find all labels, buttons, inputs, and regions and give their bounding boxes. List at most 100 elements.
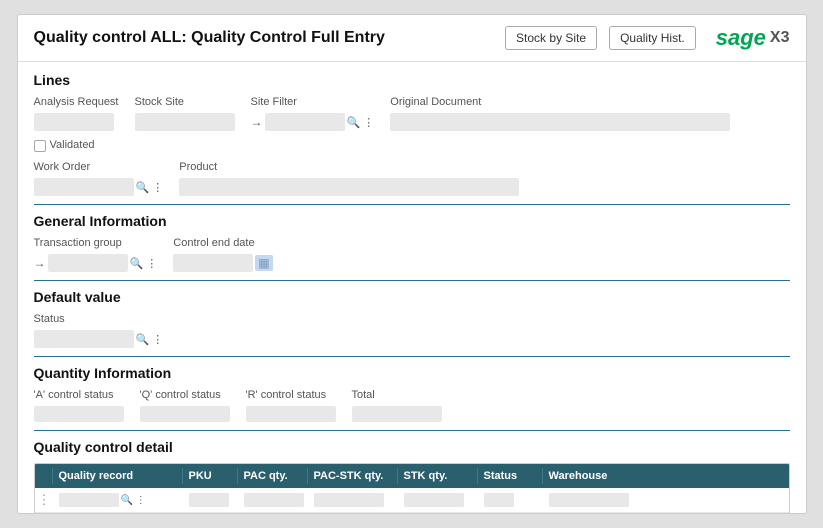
header: Quality control ALL: Quality Control Ful… [18, 15, 806, 62]
validated-label: Validated [50, 139, 95, 151]
stock-by-site-button[interactable]: Stock by Site [505, 26, 597, 50]
quality-detail-section-title: Quality control detail [34, 439, 790, 455]
q-control-label: 'Q' control status [140, 389, 230, 401]
status-label: Status [34, 313, 790, 325]
product-group: Product [179, 161, 519, 196]
page-title: Quality control ALL: Quality Control Ful… [34, 29, 494, 47]
status-input-row: 🔍 ⋮ [34, 330, 790, 348]
total-bar [352, 406, 442, 422]
table-row: ⋮ 🔍 ⋮ [35, 488, 789, 513]
row-1-pacstk-input[interactable] [314, 493, 384, 507]
site-filter-label: Site Filter [251, 96, 375, 108]
row-1-pac-input[interactable] [244, 493, 304, 507]
work-order-search-icon[interactable]: 🔍 ⋮ [136, 181, 164, 194]
quantity-section-title: Quantity Information [34, 365, 790, 381]
product-input-row [179, 178, 519, 196]
x3-suffix-text: X3 [770, 29, 790, 47]
work-order-label: Work Order [34, 161, 164, 173]
row-1-wh-input[interactable] [549, 493, 629, 507]
pac-stk-qty-header: PAC-STK qty. [308, 468, 398, 484]
site-filter-search-icon[interactable]: 🔍 ⋮ [347, 116, 375, 129]
general-divider [34, 204, 790, 205]
product-label: Product [179, 161, 519, 173]
quality-record-header: Quality record [53, 468, 183, 484]
site-filter-input-row: → 🔍 ⋮ [251, 113, 375, 131]
default-divider [34, 280, 790, 281]
analysis-request-input[interactable] [34, 113, 114, 131]
lines-row-2: Work Order 🔍 ⋮ Product [34, 161, 790, 196]
status-group: Status 🔍 ⋮ [34, 313, 790, 348]
control-end-date-input-row: ▦ [173, 254, 272, 272]
work-order-group: Work Order 🔍 ⋮ [34, 161, 164, 196]
validated-row: Validated [34, 139, 790, 153]
sage-brand-text: sage [716, 25, 766, 51]
a-control-label: 'A' control status [34, 389, 124, 401]
stk-qty-header: STK qty. [398, 468, 478, 484]
total-field: Total [352, 389, 442, 422]
warehouse-header: Warehouse [543, 468, 653, 484]
row-1-pac [238, 491, 308, 509]
work-order-input[interactable] [34, 178, 134, 196]
transaction-group-input-row: → 🔍 ⋮ [34, 254, 158, 272]
r-control-label: 'R' control status [246, 389, 336, 401]
control-end-date-group: Control end date ▦ [173, 237, 272, 272]
stock-site-group: Stock Site [135, 96, 235, 131]
handle-header [35, 468, 53, 484]
row-1-pacstk [308, 491, 398, 509]
transaction-group-arrow-icon: → [34, 256, 46, 270]
row-1-warehouse [543, 491, 653, 509]
row-1-stk-input[interactable] [404, 493, 464, 507]
sage-logo: sage X3 [716, 25, 790, 51]
site-filter-input[interactable] [265, 113, 345, 131]
original-document-input-row [390, 113, 730, 131]
stock-site-input-row [135, 113, 235, 131]
quantity-row: 'A' control status 'Q' control status 'R… [34, 389, 790, 422]
quality-detail-table: Quality record PKU PAC qty. PAC-STK qty.… [34, 463, 790, 513]
control-end-date-label: Control end date [173, 237, 272, 249]
row-1-status-input[interactable] [484, 493, 514, 507]
total-label: Total [352, 389, 442, 401]
general-section-title: General Information [34, 213, 790, 229]
original-document-group: Original Document [390, 96, 730, 131]
a-control-bar [34, 406, 124, 422]
q-control-field: 'Q' control status [140, 389, 230, 422]
status-search-icon[interactable]: 🔍 ⋮ [136, 333, 164, 346]
status-input[interactable] [34, 330, 134, 348]
row-1-quality-record: 🔍 ⋮ [53, 491, 183, 509]
product-input[interactable] [179, 178, 519, 196]
status-header: Status [478, 468, 543, 484]
general-row-1: Transaction group → 🔍 ⋮ Control end date… [34, 237, 790, 272]
pku-header: PKU [183, 468, 238, 484]
validated-checkbox[interactable] [34, 140, 46, 152]
transaction-group-input[interactable] [48, 254, 128, 272]
stock-site-input[interactable] [135, 113, 235, 131]
row-1-pku-input[interactable] [189, 493, 229, 507]
original-document-input[interactable] [390, 113, 730, 131]
calendar-icon[interactable]: ▦ [255, 255, 272, 271]
transaction-group-group: Transaction group → 🔍 ⋮ [34, 237, 158, 272]
site-filter-group: Site Filter → 🔍 ⋮ [251, 96, 375, 131]
control-end-date-input[interactable] [173, 254, 253, 272]
analysis-request-input-row [34, 113, 119, 131]
r-control-field: 'R' control status [246, 389, 336, 422]
row-1-pku [183, 491, 238, 509]
quality-hist-button[interactable]: Quality Hist. [609, 26, 696, 50]
lines-row-1: Analysis Request Stock Site Site Filter … [34, 96, 790, 131]
row-1-qr-search-icon[interactable]: 🔍 ⋮ [121, 495, 146, 506]
pac-qty-header: PAC qty. [238, 468, 308, 484]
analysis-request-group: Analysis Request [34, 96, 119, 131]
table-body: ⋮ 🔍 ⋮ [35, 488, 789, 513]
transaction-group-label: Transaction group [34, 237, 158, 249]
row-1-qr-input[interactable] [59, 493, 119, 507]
content-area: Lines Analysis Request Stock Site Site F… [18, 62, 806, 513]
detail-divider [34, 430, 790, 431]
work-order-input-row: 🔍 ⋮ [34, 178, 164, 196]
transaction-group-search-icon[interactable]: 🔍 ⋮ [130, 257, 158, 270]
a-control-field: 'A' control status [34, 389, 124, 422]
default-value-section-title: Default value [34, 289, 790, 305]
main-window: Quality control ALL: Quality Control Ful… [17, 14, 807, 514]
row-1-status [478, 491, 543, 509]
analysis-request-label: Analysis Request [34, 96, 119, 108]
row-1-handle[interactable]: ⋮ [35, 492, 53, 508]
lines-section-title: Lines [34, 72, 790, 88]
